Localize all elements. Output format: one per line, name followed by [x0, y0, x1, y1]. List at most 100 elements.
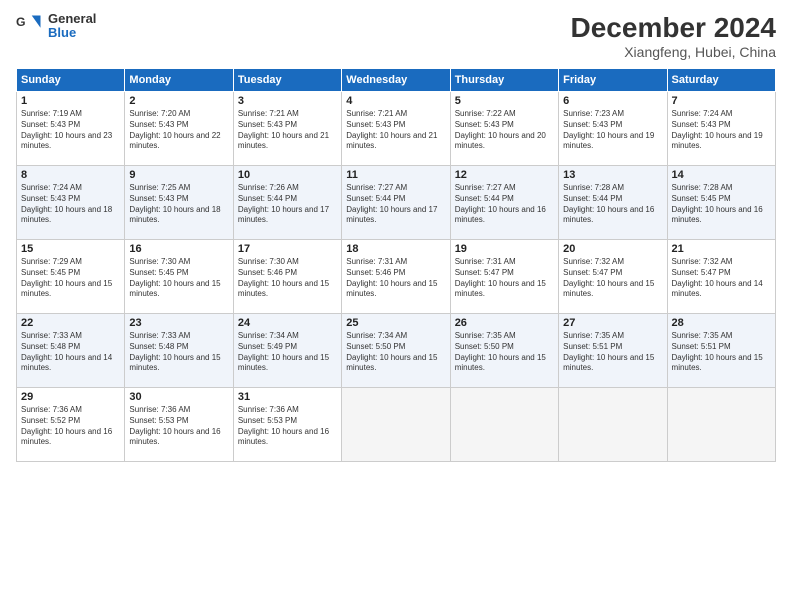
logo-icon: G — [16, 12, 44, 40]
day-info: Sunrise: 7:29 AMSunset: 5:45 PMDaylight:… — [21, 257, 120, 300]
calendar-cell: 21 Sunrise: 7:32 AMSunset: 5:47 PMDayligh… — [667, 240, 775, 314]
calendar-cell: 6 Sunrise: 7:23 AMSunset: 5:43 PMDaylight… — [559, 92, 667, 166]
calendar-cell: 10Sunrise: 7:26 AMSunset: 5:44 PMDayligh… — [233, 166, 341, 240]
header-thursday: Thursday — [450, 69, 558, 92]
day-number: 30 — [129, 391, 228, 403]
logo: G General Blue — [16, 12, 96, 41]
day-info: Sunrise: 7:19 AMSunset: 5:43 PMDaylight:… — [21, 109, 120, 152]
day-info: Sunrise: 7:36 AMSunset: 5:53 PMDaylight:… — [238, 405, 337, 448]
day-info: Sunrise: 7:32 AMSunset: 5:47 PMDaylight:… — [672, 257, 771, 300]
day-info: Sunrise: 7:31 AMSunset: 5:47 PMDaylight:… — [455, 257, 554, 300]
calendar-cell: 15 Sunrise: 7:29 AMSunset: 5:45 PMDayligh… — [17, 240, 125, 314]
calendar-week-row: 29 Sunrise: 7:36 AMSunset: 5:52 PMDayligh… — [17, 388, 776, 462]
title-block: December 2024 Xiangfeng, Hubei, China — [571, 12, 776, 60]
svg-text:G: G — [16, 15, 26, 29]
day-info: Sunrise: 7:35 AMSunset: 5:51 PMDaylight:… — [672, 331, 771, 374]
calendar-cell: 22Sunrise: 7:33 AMSunset: 5:48 PMDayligh… — [17, 314, 125, 388]
calendar-cell: 31Sunrise: 7:36 AMSunset: 5:53 PMDayligh… — [233, 388, 341, 462]
calendar-cell: 20Sunrise: 7:32 AMSunset: 5:47 PMDayligh… — [559, 240, 667, 314]
day-number: 12 — [455, 169, 554, 181]
day-number: 4 — [346, 95, 445, 107]
day-number: 5 — [455, 95, 554, 107]
calendar-table: Sunday Monday Tuesday Wednesday Thursday… — [16, 68, 776, 462]
day-number: 23 — [129, 317, 228, 329]
day-number: 2 — [129, 95, 228, 107]
calendar-cell: 16 Sunrise: 7:30 AMSunset: 5:45 PMDayligh… — [125, 240, 233, 314]
calendar-cell: 4 Sunrise: 7:21 AMSunset: 5:43 PMDaylight… — [342, 92, 450, 166]
day-number: 25 — [346, 317, 445, 329]
logo-text-blue: Blue — [48, 26, 96, 40]
day-number: 16 — [129, 243, 228, 255]
day-number: 1 — [21, 95, 120, 107]
calendar-cell: 24Sunrise: 7:34 AMSunset: 5:49 PMDayligh… — [233, 314, 341, 388]
day-number: 28 — [672, 317, 771, 329]
day-number: 11 — [346, 169, 445, 181]
calendar-cell: 28 Sunrise: 7:35 AMSunset: 5:51 PMDayligh… — [667, 314, 775, 388]
month-title: December 2024 — [571, 12, 776, 44]
day-number: 29 — [21, 391, 120, 403]
day-info: Sunrise: 7:24 AMSunset: 5:43 PMDaylight:… — [21, 183, 120, 226]
calendar-cell — [342, 388, 450, 462]
day-info: Sunrise: 7:26 AMSunset: 5:44 PMDaylight:… — [238, 183, 337, 226]
day-number: 3 — [238, 95, 337, 107]
day-number: 20 — [563, 243, 662, 255]
day-number: 26 — [455, 317, 554, 329]
calendar-cell: 3 Sunrise: 7:21 AMSunset: 5:43 PMDaylight… — [233, 92, 341, 166]
calendar-week-row: 22Sunrise: 7:33 AMSunset: 5:48 PMDayligh… — [17, 314, 776, 388]
day-info: Sunrise: 7:22 AMSunset: 5:43 PMDaylight:… — [455, 109, 554, 152]
day-info: Sunrise: 7:23 AMSunset: 5:43 PMDaylight:… — [563, 109, 662, 152]
day-info: Sunrise: 7:36 AMSunset: 5:52 PMDaylight:… — [21, 405, 120, 448]
day-info: Sunrise: 7:20 AMSunset: 5:43 PMDaylight:… — [129, 109, 228, 152]
calendar-cell: 12 Sunrise: 7:27 AMSunset: 5:44 PMDayligh… — [450, 166, 558, 240]
day-number: 7 — [672, 95, 771, 107]
day-number: 9 — [129, 169, 228, 181]
day-info: Sunrise: 7:31 AMSunset: 5:46 PMDaylight:… — [346, 257, 445, 300]
day-info: Sunrise: 7:30 AMSunset: 5:46 PMDaylight:… — [238, 257, 337, 300]
calendar-week-row: 8 Sunrise: 7:24 AMSunset: 5:43 PMDaylight… — [17, 166, 776, 240]
calendar-cell — [559, 388, 667, 462]
day-number: 17 — [238, 243, 337, 255]
header-tuesday: Tuesday — [233, 69, 341, 92]
day-number: 19 — [455, 243, 554, 255]
day-info: Sunrise: 7:30 AMSunset: 5:45 PMDaylight:… — [129, 257, 228, 300]
day-info: Sunrise: 7:21 AMSunset: 5:43 PMDaylight:… — [346, 109, 445, 152]
calendar-cell — [450, 388, 558, 462]
calendar-cell: 19 Sunrise: 7:31 AMSunset: 5:47 PMDayligh… — [450, 240, 558, 314]
day-number: 18 — [346, 243, 445, 255]
calendar-cell: 27Sunrise: 7:35 AMSunset: 5:51 PMDayligh… — [559, 314, 667, 388]
day-info: Sunrise: 7:33 AMSunset: 5:48 PMDaylight:… — [129, 331, 228, 374]
calendar-cell: 14Sunrise: 7:28 AMSunset: 5:45 PMDayligh… — [667, 166, 775, 240]
day-info: Sunrise: 7:34 AMSunset: 5:49 PMDaylight:… — [238, 331, 337, 374]
day-info: Sunrise: 7:28 AMSunset: 5:45 PMDaylight:… — [672, 183, 771, 226]
calendar-week-row: 15 Sunrise: 7:29 AMSunset: 5:45 PMDayligh… — [17, 240, 776, 314]
header-saturday: Saturday — [667, 69, 775, 92]
day-info: Sunrise: 7:27 AMSunset: 5:44 PMDaylight:… — [346, 183, 445, 226]
day-number: 8 — [21, 169, 120, 181]
logo-text-general: General — [48, 12, 96, 26]
header-friday: Friday — [559, 69, 667, 92]
day-number: 15 — [21, 243, 120, 255]
day-info: Sunrise: 7:34 AMSunset: 5:50 PMDaylight:… — [346, 331, 445, 374]
day-info: Sunrise: 7:21 AMSunset: 5:43 PMDaylight:… — [238, 109, 337, 152]
day-info: Sunrise: 7:35 AMSunset: 5:50 PMDaylight:… — [455, 331, 554, 374]
header: G General Blue December 2024 Xiangfeng, … — [16, 12, 776, 60]
calendar-cell: 9Sunrise: 7:25 AMSunset: 5:43 PMDaylight… — [125, 166, 233, 240]
location-title: Xiangfeng, Hubei, China — [571, 44, 776, 60]
day-info: Sunrise: 7:27 AMSunset: 5:44 PMDaylight:… — [455, 183, 554, 226]
day-number: 6 — [563, 95, 662, 107]
calendar-cell: 8 Sunrise: 7:24 AMSunset: 5:43 PMDaylight… — [17, 166, 125, 240]
calendar-cell — [667, 388, 775, 462]
header-monday: Monday — [125, 69, 233, 92]
calendar-header-row: Sunday Monday Tuesday Wednesday Thursday… — [17, 69, 776, 92]
calendar-cell: 23 Sunrise: 7:33 AMSunset: 5:48 PMDayligh… — [125, 314, 233, 388]
calendar-cell: 11 Sunrise: 7:27 AMSunset: 5:44 PMDayligh… — [342, 166, 450, 240]
day-number: 21 — [672, 243, 771, 255]
calendar-cell: 25 Sunrise: 7:34 AMSunset: 5:50 PMDayligh… — [342, 314, 450, 388]
day-info: Sunrise: 7:36 AMSunset: 5:53 PMDaylight:… — [129, 405, 228, 448]
calendar-cell: 17 Sunrise: 7:30 AMSunset: 5:46 PMDayligh… — [233, 240, 341, 314]
day-info: Sunrise: 7:24 AMSunset: 5:43 PMDaylight:… — [672, 109, 771, 152]
day-info: Sunrise: 7:35 AMSunset: 5:51 PMDaylight:… — [563, 331, 662, 374]
calendar-cell: 26 Sunrise: 7:35 AMSunset: 5:50 PMDayligh… — [450, 314, 558, 388]
day-info: Sunrise: 7:33 AMSunset: 5:48 PMDaylight:… — [21, 331, 120, 374]
calendar-cell: 5 Sunrise: 7:22 AMSunset: 5:43 PMDaylight… — [450, 92, 558, 166]
